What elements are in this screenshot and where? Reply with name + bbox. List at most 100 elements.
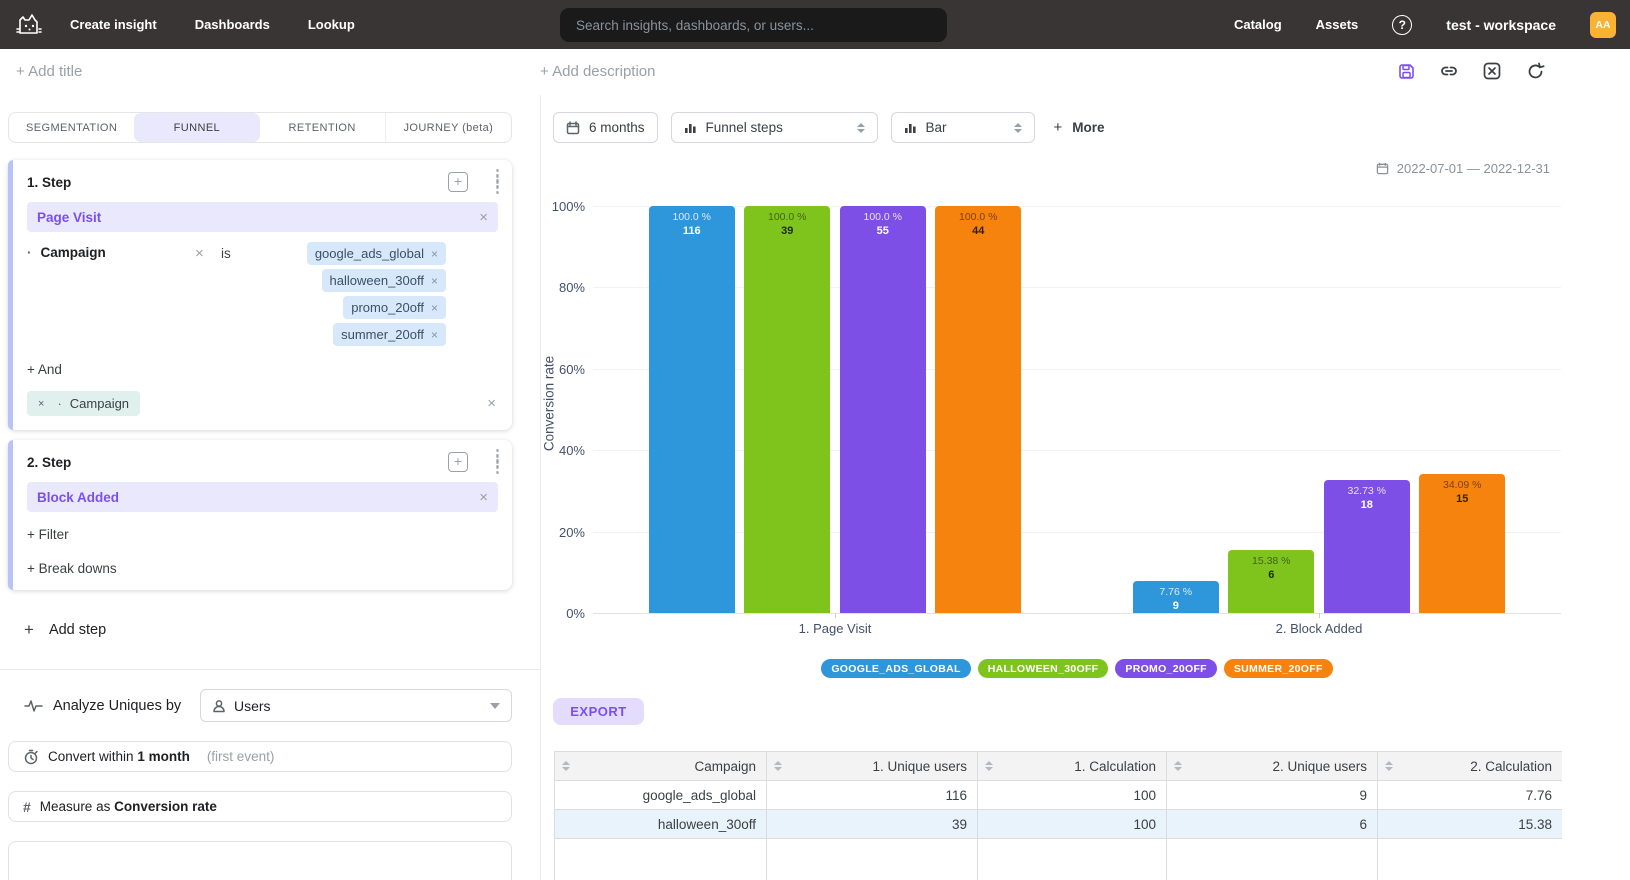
chart-type-select[interactable]: Bar <box>891 112 1035 143</box>
table-row[interactable]: halloween_30off39100615.38 <box>555 810 1563 839</box>
table-cell: 39 <box>767 810 978 839</box>
clipped-option-box[interactable] <box>8 841 512 880</box>
remove-event-icon[interactable]: × <box>479 490 488 505</box>
table-column-header[interactable]: 1. Calculation <box>978 752 1167 781</box>
remove-breakdown-icon[interactable]: × <box>38 398 44 410</box>
bar-count-label: 15 <box>1419 493 1505 505</box>
step-2-event[interactable]: Block Added × <box>27 482 498 512</box>
funnel-bar-halloween_30off[interactable]: 100.0 %39 <box>744 206 830 613</box>
refresh-icon[interactable] <box>1525 61 1545 81</box>
export-button[interactable]: EXPORT <box>553 698 644 725</box>
funnel-bar-summer_20off[interactable]: 100.0 %44 <box>935 206 1021 613</box>
bar-chart-icon <box>904 121 917 134</box>
bar-percent-label: 15.38 % <box>1228 555 1314 567</box>
add-title-field[interactable]: + Add title <box>16 63 82 80</box>
add-breakdowns-link[interactable]: + Break downs <box>27 561 117 576</box>
filter-value-chip[interactable]: promo_20off× <box>343 296 446 319</box>
date-range-display[interactable]: 2022-07-01 — 2022-12-31 <box>1376 161 1550 176</box>
step-menu-icon[interactable]: ⋮⋮⋮ <box>490 173 498 191</box>
table-column-header[interactable]: 2. Unique users <box>1167 752 1378 781</box>
time-range-button[interactable]: 6 months <box>553 112 658 143</box>
y-tick: 100% <box>525 199 585 214</box>
legend-pill-google_ads_global[interactable]: GOOGLE_ADS_GLOBAL <box>821 659 970 678</box>
funnel-bar-google_ads_global[interactable]: 100.0 %116 <box>649 206 735 613</box>
table-body: google_ads_global11610097.76halloween_30… <box>555 781 1563 880</box>
nav-lookup[interactable]: Lookup <box>308 17 355 32</box>
help-icon[interactable]: ? <box>1392 15 1412 35</box>
legend-pill-summer_20off[interactable]: SUMMER_20OFF <box>1224 659 1333 678</box>
duplicate-step-icon[interactable]: + <box>448 452 468 472</box>
add-filter-link[interactable]: + Filter <box>27 527 69 542</box>
step-menu-icon[interactable]: ⋮⋮⋮ <box>490 453 498 471</box>
x-axis-label: 2. Block Added <box>1219 621 1419 636</box>
filter-value-chip[interactable]: google_ads_global× <box>307 242 446 265</box>
panel-divider <box>0 669 541 670</box>
table-cell: halloween_30off <box>555 810 767 839</box>
tab-retention[interactable]: RETENTION <box>260 113 385 142</box>
table-cell: 6 <box>1167 810 1378 839</box>
duplicate-step-icon[interactable]: + <box>448 172 468 192</box>
workspace-name[interactable]: test - workspace <box>1446 17 1556 33</box>
legend-pill-halloween_30off[interactable]: HALLOWEEN_30OFF <box>978 659 1109 678</box>
clear-close-icon[interactable] <box>1482 61 1502 81</box>
add-and-filter-link[interactable]: + And <box>27 362 62 377</box>
calendar-icon <box>1376 162 1389 175</box>
search-input[interactable] <box>560 8 947 42</box>
step-1-event[interactable]: Page Visit × <box>27 202 498 232</box>
bar-chart-icon <box>684 121 697 134</box>
sort-icon <box>562 761 570 771</box>
funnel-bar-halloween_30off[interactable]: 15.38 %6 <box>1228 550 1314 613</box>
funnel-bar-promo_20off[interactable]: 32.73 %18 <box>1324 480 1410 613</box>
more-button[interactable]: + More <box>1054 119 1105 136</box>
breakdown-chip[interactable]: ×·Campaign <box>27 391 140 416</box>
funnel-bar-summer_20off[interactable]: 34.09 %15 <box>1419 474 1505 613</box>
metric-select[interactable]: Funnel steps <box>671 112 878 143</box>
analyze-entity-select[interactable]: Users <box>200 689 512 722</box>
remove-chip-icon[interactable]: × <box>431 247 438 261</box>
analyze-uniques-row: Analyze Uniques by Users <box>24 689 512 722</box>
table-row[interactable]: google_ads_global11610097.76 <box>555 781 1563 810</box>
y-tick: 60% <box>525 362 585 377</box>
nav-create-insight[interactable]: Create insight <box>70 17 157 32</box>
add-step-button[interactable]: + Add step <box>24 620 106 640</box>
bar-percent-label: 100.0 % <box>840 211 926 223</box>
avatar[interactable]: AA <box>1590 12 1616 38</box>
measure-as-box[interactable]: # Measure as Conversion rate <box>8 791 512 822</box>
tab-segmentation[interactable]: SEGMENTATION <box>9 113 134 142</box>
nav-assets[interactable]: Assets <box>1316 17 1359 32</box>
filter-property[interactable]: ·Campaign <box>27 245 195 260</box>
bar-count-label: 44 <box>935 225 1021 237</box>
filter-operator[interactable]: is <box>221 246 231 261</box>
legend-pill-promo_20off[interactable]: PROMO_20OFF <box>1115 659 1216 678</box>
app-logo-cat-icon[interactable] <box>14 10 44 40</box>
select-carets-icon <box>857 123 865 133</box>
nav-dashboards[interactable]: Dashboards <box>195 17 270 32</box>
add-description-field[interactable]: + Add description <box>540 63 656 80</box>
nav-catalog[interactable]: Catalog <box>1234 17 1282 32</box>
tab-funnel[interactable]: FUNNEL <box>134 113 259 142</box>
table-column-header[interactable]: 1. Unique users <box>767 752 978 781</box>
filter-value-chips: google_ads_global× halloween_30off× prom… <box>231 242 498 346</box>
filter-value-chip[interactable]: halloween_30off× <box>322 269 446 292</box>
conversion-window-box[interactable]: Convert within 1 month (first event) <box>8 741 512 772</box>
table-cell: 100 <box>978 810 1167 839</box>
calendar-icon <box>566 121 580 135</box>
remove-chip-icon[interactable]: × <box>431 301 438 315</box>
filter-value-chip[interactable]: summer_20off× <box>333 323 446 346</box>
table-column-header[interactable]: Campaign <box>555 752 767 781</box>
funnel-bar-promo_20off[interactable]: 100.0 %55 <box>840 206 926 613</box>
step-1-filter-row: ·Campaign × is google_ads_global× hallow… <box>27 245 498 346</box>
sort-icon <box>1385 761 1393 771</box>
copy-link-icon[interactable] <box>1439 61 1459 81</box>
remove-filter-icon[interactable]: × <box>195 246 209 261</box>
save-icon[interactable] <box>1396 61 1416 81</box>
funnel-bar-google_ads_global[interactable]: 7.76 %9 <box>1133 581 1219 613</box>
remove-chip-icon[interactable]: × <box>431 328 438 342</box>
remove-chip-icon[interactable]: × <box>431 274 438 288</box>
table-cell <box>1167 839 1378 880</box>
table-column-header[interactable]: 2. Calculation <box>1378 752 1563 781</box>
clear-breakdown-icon[interactable]: × <box>487 396 496 411</box>
tab-journey[interactable]: JOURNEY (beta) <box>385 113 511 142</box>
select-carets-icon <box>1014 123 1022 133</box>
remove-event-icon[interactable]: × <box>479 210 488 225</box>
